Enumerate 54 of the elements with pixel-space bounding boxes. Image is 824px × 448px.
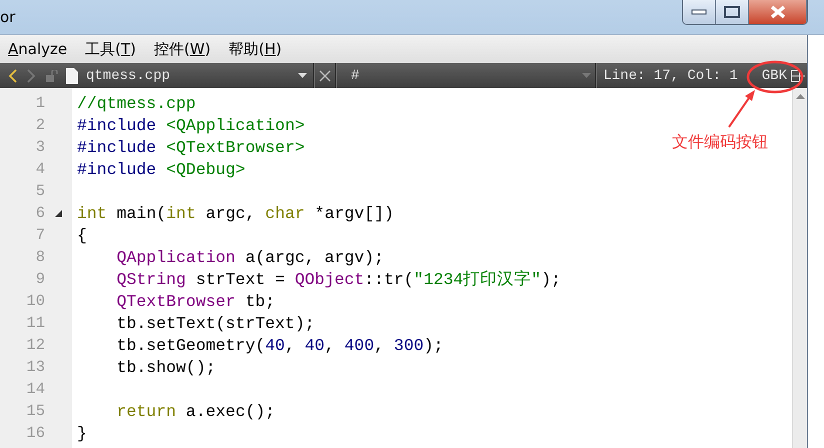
close-button[interactable] xyxy=(749,0,807,24)
code-line: tb.setGeometry(40, 40, 400, 300); xyxy=(116,336,444,354)
line-number: 4 xyxy=(36,160,45,178)
arrow xyxy=(727,89,757,129)
dropdown-icon[interactable] xyxy=(298,72,307,78)
line-number: 12 xyxy=(26,336,45,354)
code-line: QString strText = QObject::tr("1234打印汉字"); xyxy=(116,269,561,290)
window-title: or xyxy=(0,8,16,26)
highlight-ellipse xyxy=(745,59,805,95)
close-icon xyxy=(768,5,786,19)
code-line: QTextBrowser tb; xyxy=(116,292,276,310)
line-number: 6 xyxy=(36,204,45,222)
line-number: 2 xyxy=(36,116,45,134)
line-number: 5 xyxy=(36,182,45,200)
line-number: 7 xyxy=(36,226,45,244)
menu-item[interactable]: 控件(W) xyxy=(154,40,211,58)
code-line: int main(int argc, char *argv[]) xyxy=(77,204,394,222)
fold-marker-icon[interactable] xyxy=(55,210,62,216)
minimize-icon xyxy=(691,9,707,15)
code-line: #include <QApplication> xyxy=(77,116,305,134)
minimize-button[interactable] xyxy=(683,0,716,24)
code-line: } xyxy=(77,424,87,442)
code-line: tb.show(); xyxy=(116,358,216,376)
code-line: return a.exec(); xyxy=(116,402,276,420)
cursor-position: Line: 17, Col: 1 xyxy=(603,68,738,84)
line-number: 14 xyxy=(26,380,45,398)
file-icon xyxy=(66,68,78,84)
split-icon[interactable] xyxy=(791,70,805,82)
line-number: 8 xyxy=(36,248,45,266)
line-number: 9 xyxy=(36,270,45,288)
scrollbar[interactable] xyxy=(792,88,807,448)
code-line: QApplication a(argc, argv); xyxy=(116,248,384,266)
annotation-text: 文件编码按钮 xyxy=(672,132,768,153)
menu-item[interactable]: Analyze xyxy=(8,40,68,58)
symbol-selector[interactable]: # xyxy=(351,68,582,84)
line-number: 10 xyxy=(26,292,45,310)
menu-item[interactable]: 帮助(H) xyxy=(228,40,282,58)
line-number: 11 xyxy=(26,314,45,332)
line-number: 1 xyxy=(36,94,45,112)
code-line: tb.setText(strText); xyxy=(116,314,315,332)
code-line: { xyxy=(77,226,87,244)
code-line: #include <QDebug> xyxy=(77,160,246,178)
maximize-button[interactable] xyxy=(716,0,749,24)
code-line: #include <QTextBrowser> xyxy=(77,138,305,156)
line-number: 3 xyxy=(36,138,45,156)
scroll-up-icon[interactable] xyxy=(796,94,804,99)
menu-item[interactable]: 工具(T) xyxy=(85,40,136,58)
lock-icon xyxy=(46,70,58,82)
line-number: 16 xyxy=(26,424,45,442)
code-line: //qtmess.cpp xyxy=(77,94,196,112)
file-name[interactable]: qtmess.cpp xyxy=(86,68,298,84)
line-number: 15 xyxy=(26,402,45,420)
line-number: 13 xyxy=(26,358,45,376)
maximize-icon xyxy=(724,6,740,18)
